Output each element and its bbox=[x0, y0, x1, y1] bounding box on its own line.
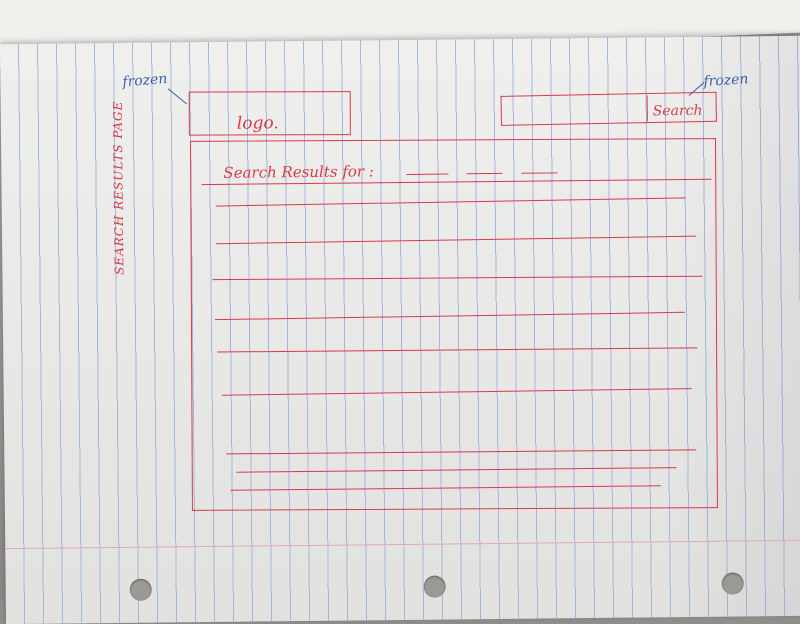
page-label: SEARCH RESULTS PAGE bbox=[110, 100, 127, 276]
notebook-paper: frozen frozen logo. Search Search Result… bbox=[0, 35, 800, 624]
punch-hole-center bbox=[423, 575, 446, 598]
search-button-label: Search bbox=[652, 102, 703, 120]
results-container bbox=[190, 138, 718, 511]
frozen-note-left: frozen bbox=[121, 70, 168, 91]
arrow-left bbox=[167, 88, 188, 105]
frozen-note-right: frozen bbox=[702, 71, 749, 90]
results-heading: Search Results for : bbox=[223, 162, 374, 182]
punch-hole-right bbox=[721, 572, 744, 595]
punch-hole-left bbox=[129, 578, 152, 601]
logo-label: logo. bbox=[236, 113, 279, 134]
